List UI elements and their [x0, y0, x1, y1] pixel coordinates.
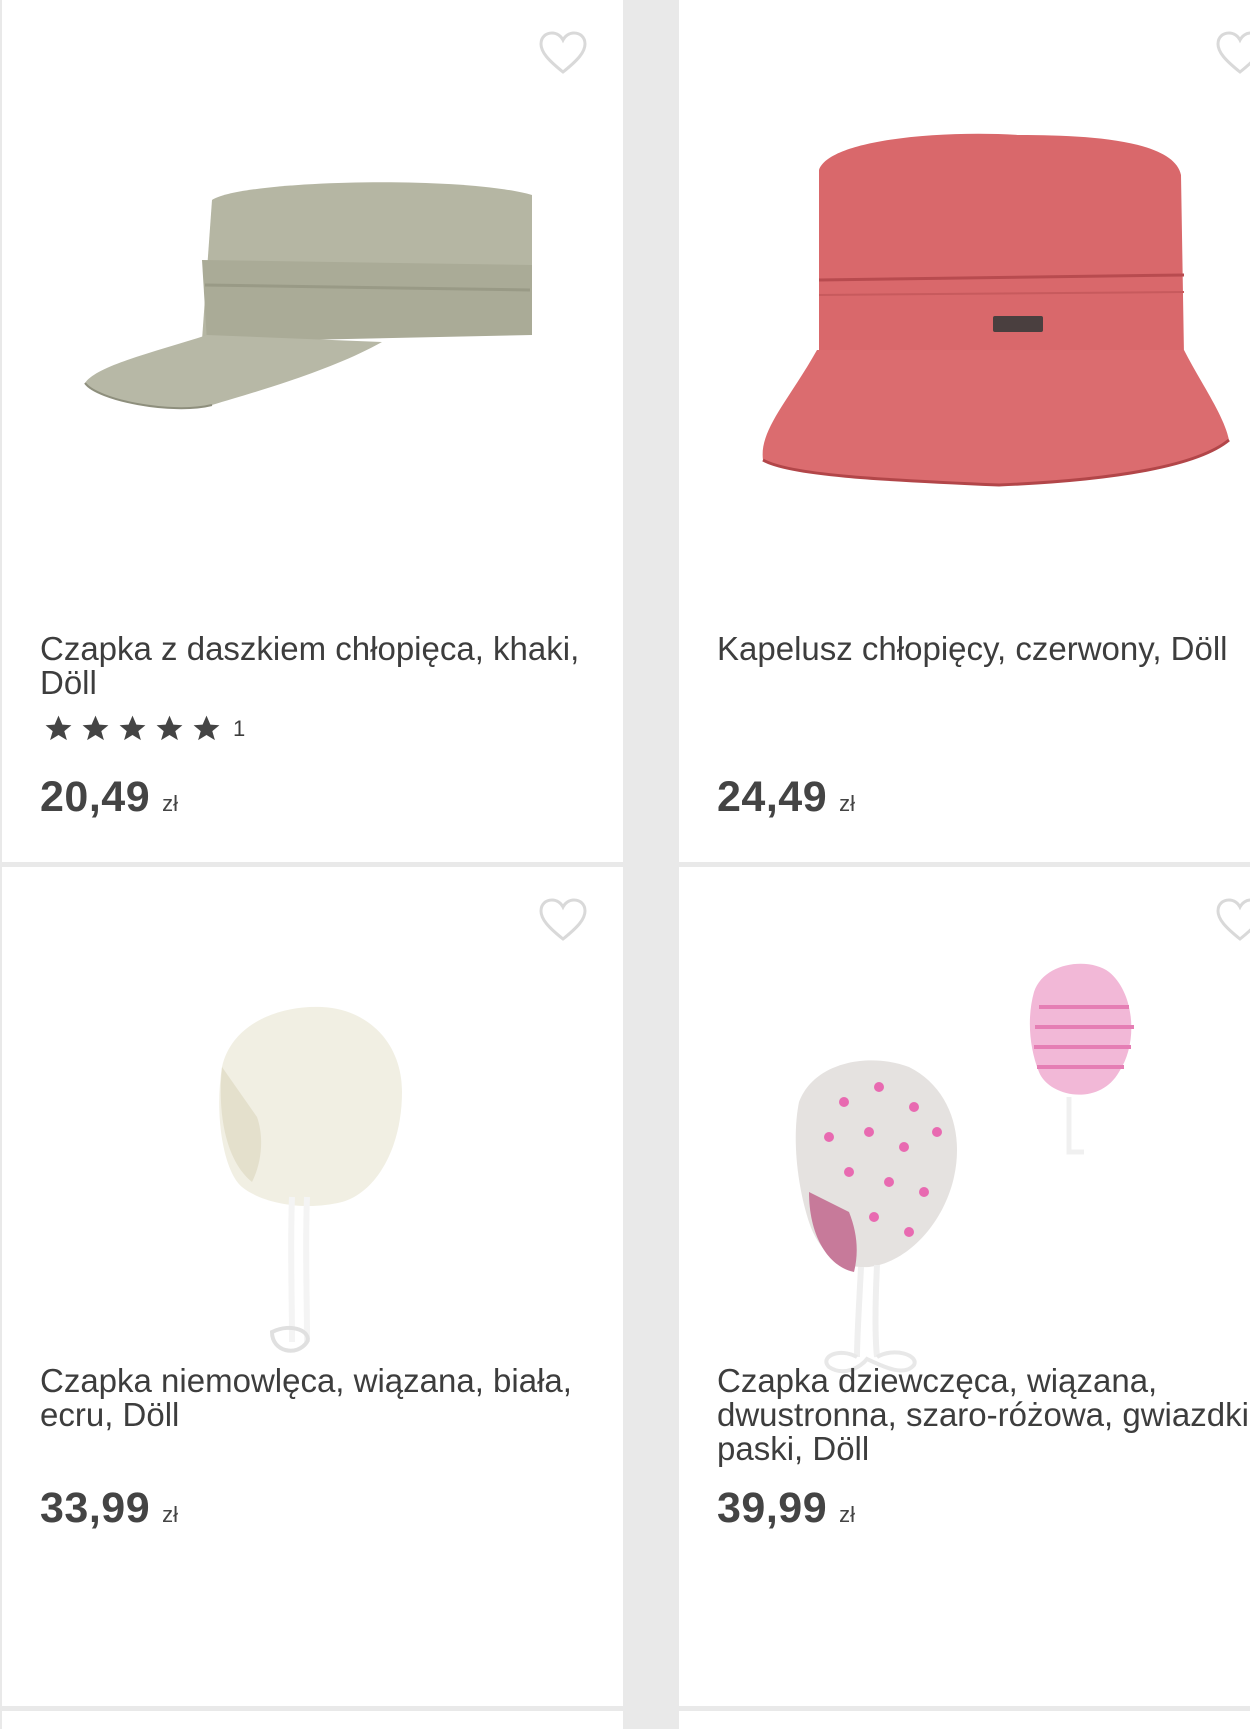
product-card[interactable]: Czapka niemowlęca, wiązana, biała, ecru,…	[2, 867, 623, 1706]
star-icon	[119, 715, 146, 741]
product-title[interactable]: Kapelusz chłopięcy, czerwony, Döll	[717, 632, 1250, 666]
white-baby-bonnet-image[interactable]	[2, 947, 623, 1407]
price-value: 39,99	[717, 1484, 828, 1532]
star-icon	[82, 715, 109, 741]
product-title[interactable]: Czapka dziewczęca, wiązana, dwustronna, …	[717, 1364, 1250, 1466]
product-grid: Czapka z daszkiem chłopięca, khaki, Döll…	[0, 0, 1250, 1729]
product-card[interactable]	[2, 1711, 623, 1729]
price-value: 20,49	[40, 773, 151, 821]
rating-count: 1	[233, 715, 246, 741]
red-bucket-hat-image[interactable]	[679, 80, 1250, 540]
rating: 1	[42, 713, 245, 744]
favorite-heart-icon[interactable]	[538, 897, 588, 943]
price-currency: zł	[839, 1502, 855, 1527]
price: 24,49 zł	[717, 773, 855, 822]
price-currency: zł	[162, 1502, 178, 1527]
product-card[interactable]: Kapelusz chłopięcy, czerwony, Döll 24,49…	[679, 0, 1250, 862]
favorite-heart-icon[interactable]	[538, 30, 588, 76]
product-card[interactable]: Czapka z daszkiem chłopięca, khaki, Döll…	[2, 0, 623, 862]
product-title[interactable]: Czapka z daszkiem chłopięca, khaki, Döll	[40, 632, 600, 700]
pink-star-bonnets-image[interactable]	[679, 947, 1250, 1407]
price-value: 24,49	[717, 773, 828, 821]
star-icon	[45, 715, 72, 741]
price: 20,49 zł	[40, 773, 178, 822]
star-icon	[156, 715, 183, 741]
price: 33,99 zł	[40, 1484, 178, 1533]
price-value: 33,99	[40, 1484, 151, 1532]
favorite-heart-icon[interactable]	[1215, 30, 1250, 76]
price-currency: zł	[162, 791, 178, 816]
khaki-cap-image[interactable]	[2, 80, 623, 540]
product-card[interactable]	[679, 1711, 1250, 1729]
product-card[interactable]: Czapka dziewczęca, wiązana, dwustronna, …	[679, 867, 1250, 1706]
star-icon	[193, 715, 220, 741]
price: 39,99 zł	[717, 1484, 855, 1533]
product-title[interactable]: Czapka niemowlęca, wiązana, biała, ecru,…	[40, 1364, 600, 1432]
price-currency: zł	[839, 791, 855, 816]
favorite-heart-icon[interactable]	[1215, 897, 1250, 943]
